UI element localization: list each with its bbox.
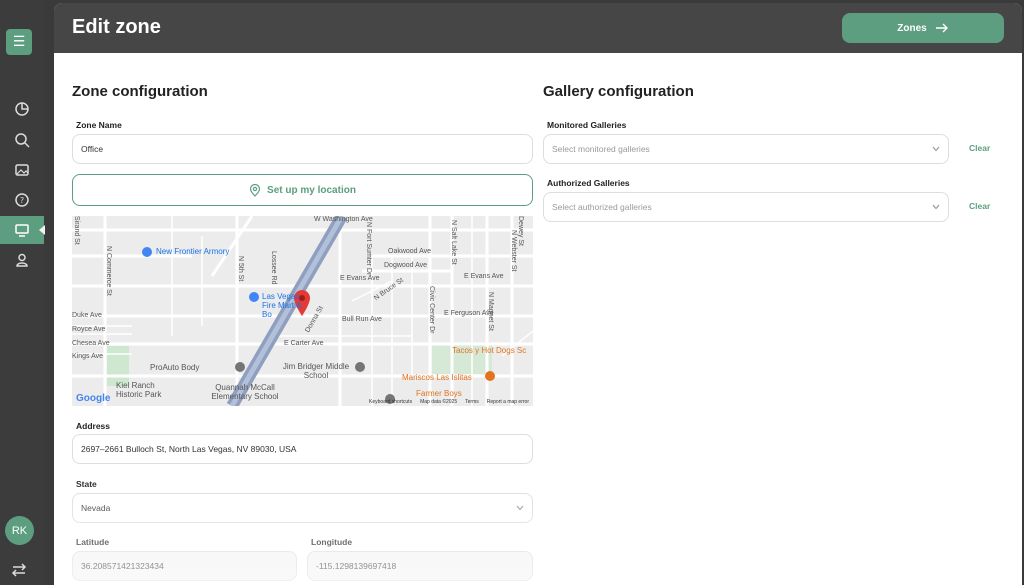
monitored-galleries-select[interactable]: Select monitored galleries xyxy=(543,134,949,164)
map-footer-link[interactable]: Terms xyxy=(465,399,479,405)
zone-name-value: Office xyxy=(81,144,104,154)
header-bar: Edit zone Zones xyxy=(54,3,1022,53)
address-value: 2697–2661 Bulloch St, North Las Vegas, N… xyxy=(81,444,297,454)
latitude-value: 36.208571421323434 xyxy=(81,561,164,571)
chevron-down-icon xyxy=(932,146,940,152)
user-icon xyxy=(16,253,28,267)
setup-location-button[interactable]: Set up my location xyxy=(72,174,533,206)
latitude-field[interactable]: 36.208571421323434 xyxy=(72,551,297,581)
main-panel: Edit zone Zones Zone configuration Zone … xyxy=(54,3,1022,585)
map-poi[interactable]: New Frontier Armory xyxy=(156,247,229,256)
monitored-galleries-label: Monitored Galleries xyxy=(547,120,627,130)
map-street-label: Dogwood Ave xyxy=(384,262,428,269)
sidebar-item-dashboard[interactable] xyxy=(0,95,44,123)
zone-name-label: Zone Name xyxy=(76,120,122,130)
sidebar: ☰ ? RK xyxy=(0,0,45,585)
help-icon: ? xyxy=(15,193,29,207)
map-street-label: N Magnet St xyxy=(487,292,494,331)
map-poi[interactable]: Quannah McCall Elementary School xyxy=(204,383,286,401)
arrow-right-icon xyxy=(935,23,948,33)
longitude-field[interactable]: -115.1298139697418 xyxy=(307,551,533,581)
map-footer: Keyboard shortcuts Map data ©2025 Terms … xyxy=(369,399,529,405)
map-street-label: Lossee Rd xyxy=(270,251,277,285)
map-footer-link[interactable]: Report a map error xyxy=(487,399,529,405)
map-poi[interactable]: Farmer Boys xyxy=(416,389,462,398)
avatar[interactable]: RK xyxy=(5,516,34,545)
image-icon xyxy=(15,164,29,176)
map[interactable]: W Washington Ave Lossee Rd N 5th St N Co… xyxy=(72,216,533,406)
monitor-icon xyxy=(15,224,29,237)
location-pin-icon xyxy=(249,183,261,197)
map-footer-link: Map data ©2025 xyxy=(420,399,458,405)
map-street-label: E Carter Ave xyxy=(284,340,324,347)
sidebar-item-images[interactable] xyxy=(0,156,44,184)
map-street-label: E Evans Ave xyxy=(340,275,380,282)
sidebar-item-monitor[interactable] xyxy=(0,216,45,244)
map-street-label: Duke Ave xyxy=(72,312,102,319)
page-title: Edit zone xyxy=(72,16,161,38)
zone-name-field[interactable]: Office xyxy=(72,134,533,164)
setup-location-label: Set up my location xyxy=(267,184,356,196)
authorized-galleries-placeholder: Select authorized galleries xyxy=(552,202,652,212)
google-logo: Google xyxy=(76,393,111,404)
latitude-label: Latitude xyxy=(76,537,110,547)
map-footer-link[interactable]: Keyboard shortcuts xyxy=(369,399,412,405)
map-street-label: Oakwood Ave xyxy=(388,248,432,255)
map-street-label: E Evans Ave xyxy=(464,273,504,280)
zones-button[interactable]: Zones xyxy=(842,13,1004,43)
map-street-label: N Commerce St xyxy=(105,246,112,296)
clear-monitored-button[interactable]: Clear xyxy=(969,143,990,153)
search-icon xyxy=(15,133,30,148)
map-poi[interactable]: Kiel Ranch Historic Park xyxy=(116,381,180,399)
map-street-label: Dewey St xyxy=(517,216,524,246)
zones-button-label: Zones xyxy=(897,22,927,34)
map-street-label: N Webster St xyxy=(510,230,517,272)
longitude-label: Longitude xyxy=(311,537,353,547)
map-street-label: N Salt Lake St xyxy=(450,220,457,265)
map-street-label: Sirand St xyxy=(73,216,80,245)
map-street-label: Chesea Ave xyxy=(72,340,110,347)
map-street-label: Kings Ave xyxy=(72,353,104,360)
state-label: State xyxy=(76,479,97,489)
state-select[interactable]: Nevada xyxy=(72,493,533,523)
menu-icon[interactable]: ☰ xyxy=(6,29,32,55)
map-poi[interactable]: Mariscos Las Islitas xyxy=(402,373,472,382)
map-street-label: N Fort Sumter Dr xyxy=(365,222,372,276)
state-value: Nevada xyxy=(81,503,111,513)
map-street-label: Civic Center Dr xyxy=(428,286,435,334)
map-poi[interactable]: Jim Bridger Middle School xyxy=(280,362,352,380)
map-street-label: W Washington Ave xyxy=(314,216,373,223)
dashboard-icon xyxy=(15,102,29,116)
chevron-down-icon xyxy=(932,204,940,210)
map-street-label: Bull Run Ave xyxy=(342,316,382,323)
address-label: Address xyxy=(76,421,111,431)
authorized-galleries-select[interactable]: Select authorized galleries xyxy=(543,192,949,222)
authorized-galleries-label: Authorized Galleries xyxy=(547,178,630,188)
active-indicator xyxy=(39,225,45,235)
monitored-galleries-placeholder: Select monitored galleries xyxy=(552,144,650,154)
map-poi[interactable]: Tacos y Hot Dogs Sc xyxy=(452,346,526,355)
zone-config-title: Zone configuration xyxy=(72,83,208,100)
map-street-label: Royce Ave xyxy=(72,326,106,333)
map-street-label: N 5th St xyxy=(237,256,244,282)
sidebar-item-help[interactable]: ? xyxy=(0,186,44,214)
clear-authorized-button[interactable]: Clear xyxy=(969,201,990,211)
map-poi[interactable]: ProAuto Body xyxy=(150,363,199,372)
chevron-down-icon xyxy=(516,505,524,511)
gallery-config-title: Gallery configuration xyxy=(543,83,694,100)
sidebar-item-user[interactable] xyxy=(0,246,44,274)
map-poi[interactable]: Las Vegas Fire Mart & Bo xyxy=(262,292,312,319)
swap-icon[interactable] xyxy=(10,562,28,578)
longitude-value: -115.1298139697418 xyxy=(316,561,397,571)
sidebar-item-search[interactable] xyxy=(0,126,44,154)
address-field[interactable]: 2697–2661 Bulloch St, North Las Vegas, N… xyxy=(72,434,533,464)
svg-text:?: ? xyxy=(20,196,24,205)
